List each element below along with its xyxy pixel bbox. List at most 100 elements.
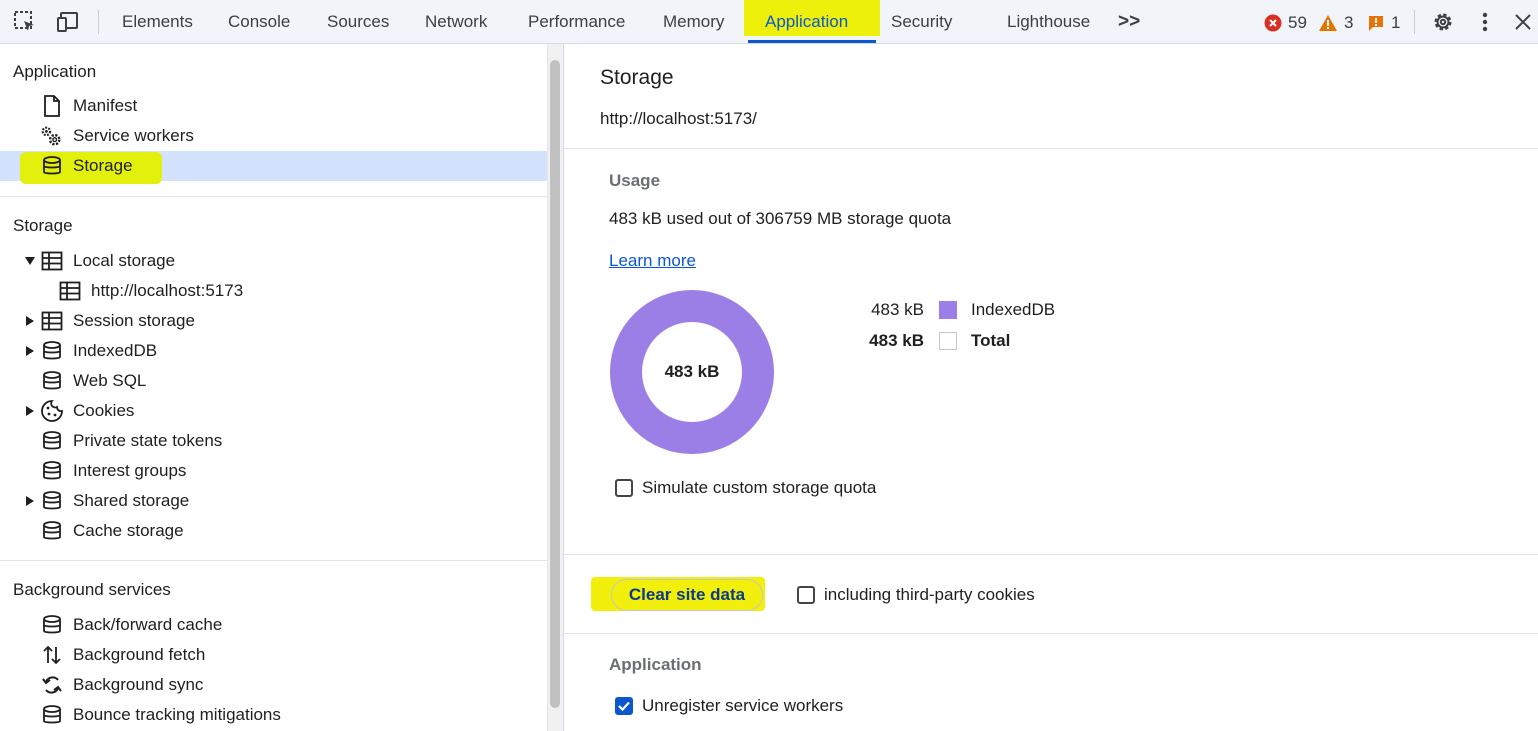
table-icon xyxy=(58,279,82,303)
sidebar-section-storage: Storage xyxy=(13,216,73,235)
collapsed-triangle-icon[interactable] xyxy=(24,345,36,357)
sidebar-item-service-workers[interactable]: Service workers xyxy=(0,121,547,151)
sidebar-item-label: IndexedDB xyxy=(73,341,158,360)
more-options-icon[interactable] xyxy=(1471,8,1499,36)
gears-icon xyxy=(39,124,63,148)
tab-elements[interactable]: Elements xyxy=(122,0,193,44)
donut-center-label: 483 kB xyxy=(664,362,720,381)
close-icon[interactable] xyxy=(1509,8,1537,36)
error-icon xyxy=(1264,14,1282,32)
unregister-sw-label: Unregister service workers xyxy=(642,696,844,715)
sidebar-section-application: Application xyxy=(13,62,97,81)
sidebar-item-label: Interest groups xyxy=(73,461,187,480)
device-toolbar-icon[interactable] xyxy=(54,8,82,36)
sidebar-item-label: Shared storage xyxy=(73,491,190,510)
sidebar-scrollbar-thumb[interactable] xyxy=(550,60,560,708)
sidebar-item-label: Private state tokens xyxy=(73,431,223,450)
sidebar-item-local-storage[interactable]: Local storage xyxy=(0,246,547,276)
more-tabs-icon[interactable]: >> xyxy=(1118,0,1140,44)
sidebar-item-bounce-tracking[interactable]: Bounce tracking mitigations xyxy=(0,700,547,730)
sidebar-item-label: http://localhost:5173 xyxy=(91,281,244,300)
tab-performance[interactable]: Performance xyxy=(528,0,625,44)
sidebar-item-label: Service workers xyxy=(73,126,194,145)
database-icon xyxy=(40,369,64,393)
tab-network[interactable]: Network xyxy=(425,0,487,44)
sidebar-item-label: Background sync xyxy=(73,675,204,694)
legend-label: IndexedDB xyxy=(971,300,1056,319)
third-party-cookies-checkbox[interactable] xyxy=(797,586,815,604)
sidebar-item-label: Web SQL xyxy=(73,371,147,390)
sidebar-item-storage-content[interactable]: Storage xyxy=(0,151,547,181)
section-divider xyxy=(564,148,1538,149)
sidebar-item-interest-groups[interactable]: Interest groups xyxy=(0,456,547,486)
collapsed-triangle-icon[interactable] xyxy=(24,495,36,507)
sync-icon xyxy=(40,673,64,697)
page-title: Storage xyxy=(600,66,674,89)
expanded-triangle-icon[interactable] xyxy=(24,255,36,267)
usage-summary: 483 kB used out of 306759 MB storage quo… xyxy=(609,209,952,228)
sidebar-item-label: Storage xyxy=(73,156,133,175)
sidebar-item-manifest[interactable]: Manifest xyxy=(0,91,547,121)
database-icon xyxy=(40,429,64,453)
sidebar-item-shared-storage[interactable]: Shared storage xyxy=(0,486,547,516)
legend-value: 483 kB xyxy=(871,300,924,319)
learn-more-link[interactable]: Learn more xyxy=(609,251,696,271)
sidebar-item-label: Back/forward cache xyxy=(73,615,223,634)
sidebar-item-back-forward-cache[interactable]: Back/forward cache xyxy=(0,610,547,640)
settings-gear-icon[interactable] xyxy=(1429,8,1457,36)
collapsed-triangle-icon[interactable] xyxy=(24,405,36,417)
simulate-quota-checkbox[interactable] xyxy=(615,479,633,497)
sidebar-item-web-sql[interactable]: Web SQL xyxy=(0,366,547,396)
warnings-badge[interactable]: 3 xyxy=(1318,10,1353,36)
sidebar-divider xyxy=(0,560,547,561)
cookie-icon xyxy=(40,399,64,423)
collapsed-triangle-icon[interactable] xyxy=(24,315,36,327)
clear-site-data-button[interactable]: Clear site data xyxy=(611,579,763,611)
sidebar-item-label: Cookies xyxy=(73,401,135,420)
database-icon xyxy=(40,459,64,483)
simulate-quota-label: Simulate custom storage quota xyxy=(642,478,877,497)
tab-application[interactable]: Application xyxy=(765,0,848,44)
application-header: Application xyxy=(609,655,702,674)
tab-memory[interactable]: Memory xyxy=(663,0,724,44)
tab-security[interactable]: Security xyxy=(891,0,952,44)
tab-sources[interactable]: Sources xyxy=(327,0,389,44)
database-icon xyxy=(40,154,64,178)
database-icon xyxy=(40,703,64,727)
document-icon xyxy=(40,94,64,118)
tab-lighthouse[interactable]: Lighthouse xyxy=(1007,0,1090,44)
legend-value: 483 kB xyxy=(869,331,924,350)
origin-url: http://localhost:5173/ xyxy=(600,109,757,128)
unregister-sw-checkbox[interactable] xyxy=(615,697,633,715)
legend-label: Total xyxy=(971,331,1011,350)
sidebar-item-cache-storage[interactable]: Cache storage xyxy=(0,516,547,546)
legend-swatch-total xyxy=(939,332,957,350)
checkmark-icon xyxy=(618,701,630,712)
toolbar-separator xyxy=(1414,10,1415,34)
sidebar-item-background-sync[interactable]: Background sync xyxy=(0,670,547,700)
application-sidebar: Application Manifest Service workers Sto… xyxy=(0,44,547,731)
inspect-element-icon[interactable] xyxy=(11,8,39,36)
issues-badge[interactable]: 1 xyxy=(1367,10,1400,36)
sidebar-item-label: Background fetch xyxy=(73,645,206,664)
sidebar-item-private-state-tokens[interactable]: Private state tokens xyxy=(0,426,547,456)
sidebar-item-cookies[interactable]: Cookies xyxy=(0,396,547,426)
section-divider xyxy=(564,554,1538,555)
sidebar-item-label: Session storage xyxy=(73,311,195,330)
tab-console[interactable]: Console xyxy=(228,0,290,44)
errors-count: 59 xyxy=(1288,13,1307,32)
sidebar-item-indexeddb[interactable]: IndexedDB xyxy=(0,336,547,366)
usage-header: Usage xyxy=(609,171,661,190)
sidebar-divider xyxy=(0,196,547,197)
table-icon xyxy=(40,249,64,273)
errors-badge[interactable]: 59 xyxy=(1264,10,1307,36)
sidebar-item-background-fetch[interactable]: Background fetch xyxy=(0,640,547,670)
warnings-count: 3 xyxy=(1344,13,1354,32)
sidebar-item-session-storage[interactable]: Session storage xyxy=(0,306,547,336)
storage-panel: Storage http://localhost:5173/ Usage 483… xyxy=(564,44,1538,731)
sidebar-item-label: Local storage xyxy=(73,251,176,270)
database-icon xyxy=(40,613,64,637)
sidebar-item-localhost-origin[interactable]: http://localhost:5173 xyxy=(0,276,547,306)
arrows-updown-icon xyxy=(40,643,64,667)
section-divider xyxy=(564,633,1538,634)
